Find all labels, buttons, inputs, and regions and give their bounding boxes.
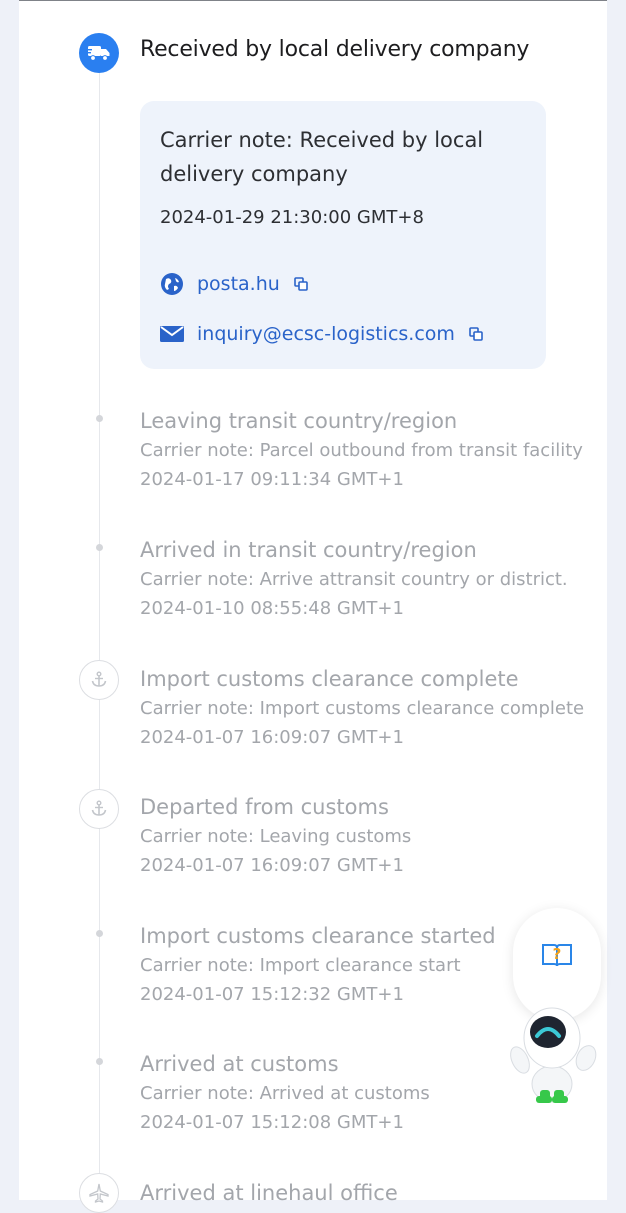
- event-carrier-note: Carrier note: Parcel outbound from trans…: [140, 440, 583, 461]
- airplane-icon: [79, 1173, 119, 1213]
- event-time: 2024-01-10 08:55:48 GMT+1: [140, 598, 404, 619]
- globe-icon: [160, 271, 186, 297]
- timeline-line: [99, 61, 100, 1201]
- timeline-event: Leaving transit country/region Carrier n…: [140, 407, 600, 493]
- website-link[interactable]: posta.hu: [197, 273, 280, 295]
- event-carrier-note: Carrier note: Arrive attransit country o…: [140, 569, 568, 590]
- event-carrier-note: Carrier note: Leaving customs: [140, 826, 412, 847]
- copy-email-icon[interactable]: [469, 326, 485, 342]
- event-title: Leaving transit country/region: [140, 409, 458, 433]
- timeline-dot: [96, 415, 103, 422]
- timeline-event: Import customs clearance complete Carrie…: [140, 665, 600, 751]
- timeline-dot: [96, 930, 103, 937]
- email-row: inquiry@ecsc-logistics.com: [160, 319, 485, 349]
- mail-icon: [160, 321, 186, 347]
- event-time: 2024-01-07 15:12:08 GMT+1: [140, 1112, 404, 1133]
- event-title: Arrived at linehaul office: [140, 1181, 398, 1205]
- email-link[interactable]: inquiry@ecsc-logistics.com: [197, 323, 455, 345]
- timeline-dot: [96, 1058, 103, 1065]
- copy-website-icon[interactable]: [294, 276, 310, 292]
- event-time: 2024-01-07 16:09:07 GMT+1: [140, 855, 404, 876]
- current-event-title: Received by local delivery company: [140, 37, 530, 62]
- truck-icon: [79, 33, 119, 73]
- assistant-robot-icon[interactable]: [500, 1000, 604, 1104]
- current-event-details: Carrier note: Received by local delivery…: [140, 101, 546, 369]
- help-book-icon[interactable]: ?: [540, 938, 574, 972]
- anchor-icon: [79, 789, 119, 829]
- timeline-event: Departed from customs Carrier note: Leav…: [140, 793, 600, 879]
- event-title: Import customs clearance complete: [140, 667, 519, 691]
- current-event-time: 2024-01-29 21:30:00 GMT+8: [160, 207, 424, 228]
- event-time: 2024-01-17 09:11:34 GMT+1: [140, 469, 404, 490]
- svg-text:?: ?: [553, 945, 562, 963]
- current-event-carrier-note: Carrier note: Received by local delivery…: [160, 128, 484, 186]
- event-title: Arrived in transit country/region: [140, 538, 477, 562]
- timeline-event: Arrived at linehaul office: [140, 1179, 600, 1207]
- event-title: Departed from customs: [140, 795, 389, 819]
- timeline-event: Arrived in transit country/region Carrie…: [140, 536, 600, 622]
- event-carrier-note: Carrier note: Import customs clearance c…: [140, 698, 585, 719]
- timeline-dot: [96, 544, 103, 551]
- website-row: posta.hu: [160, 269, 310, 299]
- event-time: 2024-01-07 16:09:07 GMT+1: [140, 727, 404, 748]
- anchor-icon: [79, 660, 119, 700]
